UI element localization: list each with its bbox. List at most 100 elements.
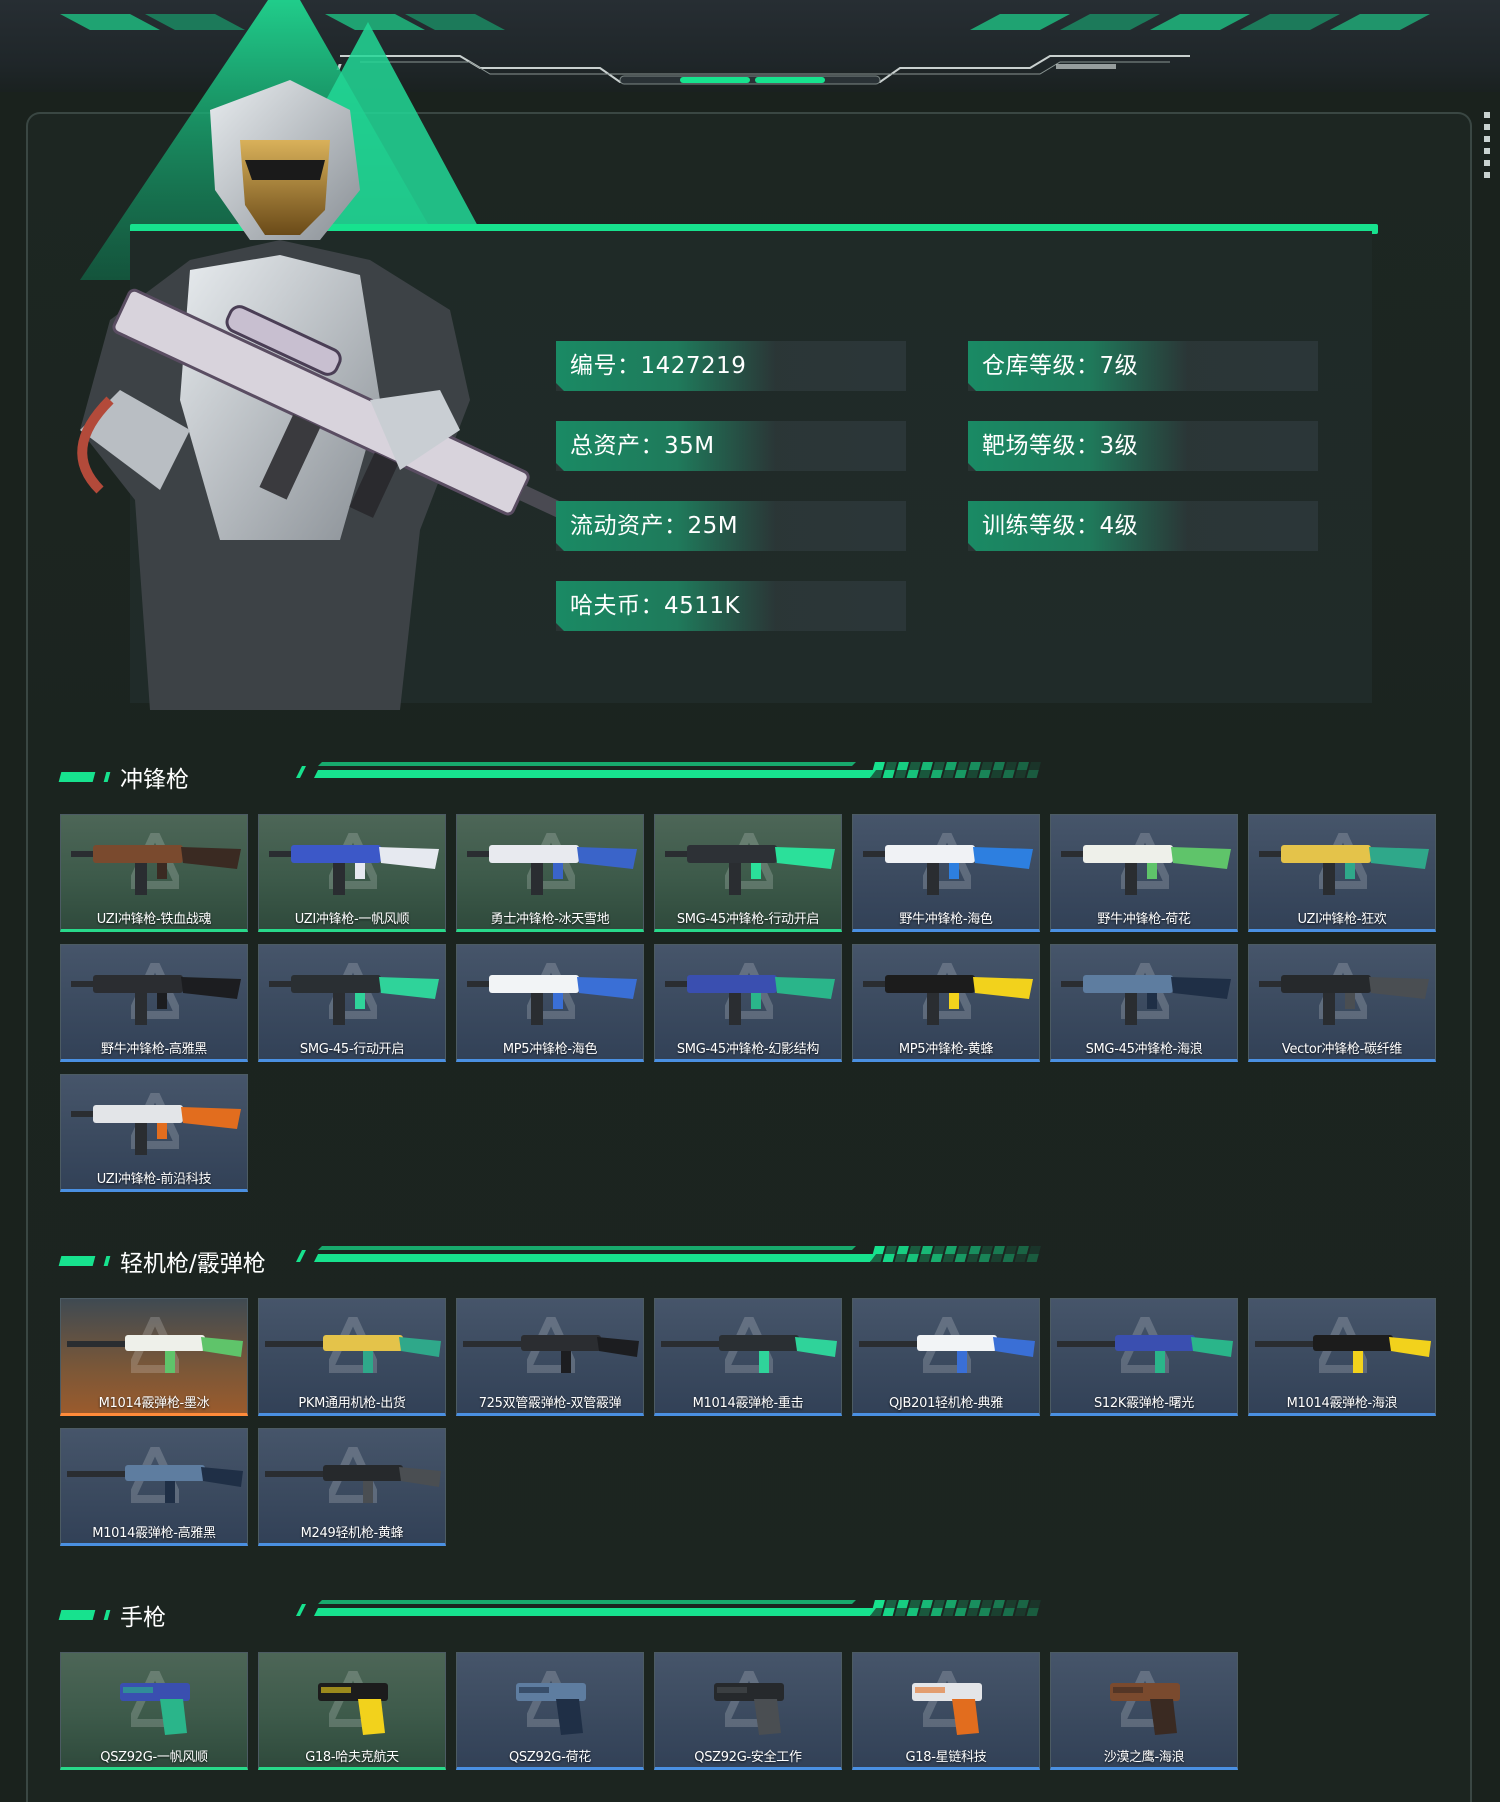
smg-icon <box>269 975 439 1025</box>
item-name: M1014霰弹枪-墨冰 <box>98 1396 210 1411</box>
side-scroll-indicator <box>1484 112 1490 182</box>
item-card[interactable]: 沙漠之鹰-海浪 <box>1050 1652 1238 1770</box>
section-divider <box>296 762 1041 778</box>
pistol-icon <box>120 1683 190 1735</box>
item-name: QSZ92G-一帆风顺 <box>100 1750 208 1765</box>
item-card[interactable]: UZI冲锋枪-铁血战魂 <box>60 814 248 932</box>
smg-icon <box>467 975 637 1025</box>
item-name: MP5冲锋枪-黄蜂 <box>898 1042 994 1057</box>
section-divider <box>296 1246 1041 1262</box>
stat-coins: 哈夫币：4511K <box>556 581 906 631</box>
item-card[interactable]: M1014霰弹枪-高雅黑 <box>60 1428 248 1546</box>
item-card[interactable]: SMG-45冲锋枪-幻影结构 <box>654 944 842 1062</box>
item-name: M1014霰弹枪-高雅黑 <box>92 1526 216 1541</box>
smg-icon <box>665 975 835 1025</box>
rifle-icon <box>463 1335 639 1373</box>
stat-label: 编号：1427219 <box>570 353 747 379</box>
item-card[interactable]: 野牛冲锋枪-海色 <box>852 814 1040 932</box>
item-card[interactable]: G18-星链科技 <box>852 1652 1040 1770</box>
item-card[interactable]: 野牛冲锋枪-高雅黑 <box>60 944 248 1062</box>
item-card[interactable]: S12K霰弹枪-曙光 <box>1050 1298 1238 1416</box>
rifle-icon <box>1057 1335 1233 1373</box>
item-name: M1014霰弹枪-重击 <box>692 1396 804 1411</box>
item-card[interactable]: QJB201轻机枪-典雅 <box>852 1298 1040 1416</box>
item-card[interactable]: Vector冲锋枪-碳纤维 <box>1248 944 1436 1062</box>
item-name: 野牛冲锋枪-高雅黑 <box>101 1042 207 1057</box>
item-name: SMG-45冲锋枪-海浪 <box>1085 1042 1203 1057</box>
rifle-icon <box>67 1335 243 1373</box>
item-card[interactable]: M1014霰弹枪-海浪 <box>1248 1298 1436 1416</box>
item-card[interactable]: SMG-45冲锋枪-海浪 <box>1050 944 1238 1062</box>
item-name: 勇士冲锋枪-冰天雪地 <box>490 912 610 927</box>
smg-icon <box>1061 975 1231 1025</box>
item-name: Vector冲锋枪-碳纤维 <box>1281 1042 1403 1057</box>
smg-icon <box>863 845 1033 895</box>
item-card[interactable]: QSZ92G-安全工作 <box>654 1652 842 1770</box>
item-card[interactable]: G18-哈夫克航天 <box>258 1652 446 1770</box>
section-header-lmg-shotgun: 轻机枪/霰弹枪 <box>58 1242 1060 1282</box>
item-card[interactable]: SMG-45冲锋枪-行动开启 <box>654 814 842 932</box>
item-card[interactable]: 725双管霰弹枪-双管霰弹 <box>456 1298 644 1416</box>
stat-label: 靶场等级：3级 <box>982 433 1139 459</box>
stat-training-level: 训练等级：4级 <box>968 501 1318 551</box>
item-card[interactable]: M249轻机枪-黄蜂 <box>258 1428 446 1546</box>
item-card[interactable]: SMG-45-行动开启 <box>258 944 446 1062</box>
stat-total-assets: 总资产：35M <box>556 421 906 471</box>
item-name: M249轻机枪-黄蜂 <box>300 1526 404 1541</box>
item-card[interactable]: 野牛冲锋枪-荷花 <box>1050 814 1238 932</box>
pistol-icon <box>714 1683 784 1735</box>
item-card[interactable]: QSZ92G-一帆风顺 <box>60 1652 248 1770</box>
item-name: G18-哈夫克航天 <box>305 1750 399 1765</box>
item-card[interactable]: QSZ92G-荷花 <box>456 1652 644 1770</box>
section-title: 冲锋枪 <box>120 767 189 793</box>
item-name: SMG-45冲锋枪-幻影结构 <box>676 1042 820 1057</box>
stat-warehouse-level: 仓库等级：7级 <box>968 341 1318 391</box>
rifle-icon <box>1255 1335 1431 1373</box>
stat-label: 仓库等级：7级 <box>982 353 1139 379</box>
item-card[interactable]: PKM通用机枪-出货 <box>258 1298 446 1416</box>
stat-range-level: 靶场等级：3级 <box>968 421 1318 471</box>
item-grid-pistol: QSZ92G-一帆风顺 G18-哈夫克航天 QSZ92G-荷花 QSZ92G-安全工作… <box>60 1652 1436 1770</box>
item-name: QSZ92G-荷花 <box>509 1750 591 1765</box>
stat-label: 流动资产：25M <box>570 513 739 539</box>
item-card[interactable]: MP5冲锋枪-黄蜂 <box>852 944 1040 1062</box>
rifle-icon <box>661 1335 837 1373</box>
smg-icon <box>71 1105 241 1155</box>
stat-id: 编号：1427219 <box>556 341 906 391</box>
pistol-icon <box>912 1683 982 1735</box>
rifle-icon <box>67 1465 243 1503</box>
item-card[interactable]: UZI冲锋枪-前沿科技 <box>60 1074 248 1192</box>
smg-icon <box>71 975 241 1025</box>
item-card[interactable]: MP5冲锋枪-海色 <box>456 944 644 1062</box>
item-name: G18-星链科技 <box>905 1750 987 1765</box>
smg-icon <box>1259 845 1429 895</box>
smg-icon <box>1259 975 1429 1025</box>
item-name: PKM通用机枪-出货 <box>298 1396 406 1411</box>
pistol-icon <box>1110 1683 1180 1735</box>
item-name: 野牛冲锋枪-海色 <box>899 912 993 927</box>
section-header-pistol: 手枪 <box>58 1596 1060 1636</box>
rifle-icon <box>265 1335 441 1373</box>
item-name: UZI冲锋枪-铁血战魂 <box>96 912 212 927</box>
section-header-smg: 冲锋枪 <box>58 758 1060 798</box>
item-name: MP5冲锋枪-海色 <box>502 1042 598 1057</box>
rifle-icon <box>859 1335 1035 1373</box>
item-name: UZI冲锋枪-一帆风顺 <box>294 912 410 927</box>
item-name: M1014霰弹枪-海浪 <box>1286 1396 1398 1411</box>
item-card[interactable]: 勇士冲锋枪-冰天雪地 <box>456 814 644 932</box>
item-card[interactable]: M1014霰弹枪-重击 <box>654 1298 842 1416</box>
item-name: UZI冲锋枪-狂欢 <box>1297 912 1387 927</box>
stat-label: 训练等级：4级 <box>982 513 1139 539</box>
item-card[interactable]: M1014霰弹枪-墨冰 <box>60 1298 248 1416</box>
item-card[interactable]: UZI冲锋枪-狂欢 <box>1248 814 1436 932</box>
item-name: SMG-45-行动开启 <box>299 1042 405 1057</box>
item-name: 野牛冲锋枪-荷花 <box>1097 912 1191 927</box>
smg-icon <box>863 975 1033 1025</box>
section-title: 手枪 <box>120 1605 166 1631</box>
section-title: 轻机枪/霰弹枪 <box>120 1251 266 1277</box>
smg-icon <box>467 845 637 895</box>
smg-icon <box>269 845 439 895</box>
item-name: 725双管霰弹枪-双管霰弹 <box>478 1396 622 1411</box>
item-card[interactable]: UZI冲锋枪-一帆风顺 <box>258 814 446 932</box>
item-name: QJB201轻机枪-典雅 <box>889 1396 1003 1411</box>
